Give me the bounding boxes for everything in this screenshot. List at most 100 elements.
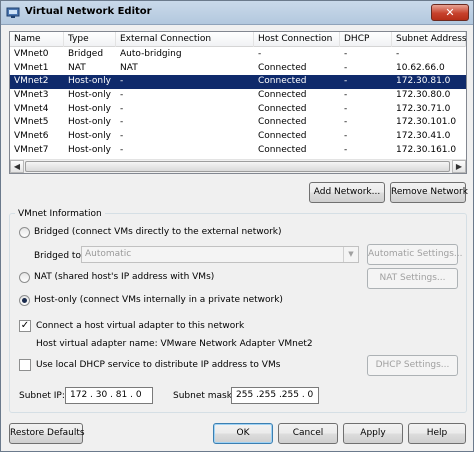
cell-dhcp: - xyxy=(344,131,348,142)
adapter-name-label: Host virtual adapter name: VMware Networ… xyxy=(36,339,313,349)
network-row-vmnet4[interactable]: VMnet4 Host-only - Connected -172.30.71.0 xyxy=(10,103,466,117)
cell-host-connection: Connected xyxy=(258,131,307,142)
subnet-ip-input[interactable]: 172 . 30 . 81 . 0 xyxy=(65,387,153,404)
subnet-mask-input[interactable]: 255 .255 .255 . 0 xyxy=(231,387,319,404)
network-row-vmnet2[interactable]: VMnet2 Host-only - Connected -172.30.81.0 xyxy=(10,75,466,90)
cell-dhcp: - xyxy=(344,76,348,87)
cell-type: Host-only xyxy=(68,103,111,114)
cell-external-connection: - xyxy=(120,131,124,142)
host-only-label[interactable]: Host-only (connect VMs internally in a p… xyxy=(34,294,283,306)
cell-type: Host-only xyxy=(68,117,111,128)
cancel-button[interactable]: Cancel xyxy=(278,423,338,444)
dhcp-label[interactable]: Use local DHCP service to distribute IP … xyxy=(36,359,280,371)
cell-dhcp: - xyxy=(344,144,348,155)
connect-adapter-label[interactable]: Connect a host virtual adapter to this n… xyxy=(36,320,244,332)
cell-host-connection: - xyxy=(258,49,262,59)
cell-dhcp: - xyxy=(344,62,348,73)
nat-settings-button: NAT Settings... xyxy=(367,268,458,289)
network-row-vmnet1[interactable]: VMnet1 NAT NAT Connected - 10.62.66.0 xyxy=(10,62,466,76)
cell-type: Bridged xyxy=(68,49,104,59)
cell-host-connection: Connected xyxy=(258,117,307,128)
cell-name: VMnet5 xyxy=(14,117,49,128)
connect-adapter-checkbox[interactable]: ✓ xyxy=(19,320,31,332)
cell-external-connection: NAT xyxy=(120,62,138,73)
list-header: Name Type External Connection Host Conne… xyxy=(10,32,466,47)
host-only-radio[interactable] xyxy=(19,295,30,306)
column-header-dhcp[interactable]: DHCP xyxy=(340,32,392,47)
apply-button[interactable]: Apply xyxy=(343,423,403,444)
network-row-vmnet0[interactable]: VMnet0 Bridged Auto-bridging - - - xyxy=(10,48,466,62)
cell-subnet-address: 172.30.101.0 xyxy=(396,117,457,128)
column-header-host-connection[interactable]: Host Connection xyxy=(254,32,340,47)
title-bar[interactable]: Virtual Network Editor ✕ xyxy=(1,1,473,25)
bridged-to-label: Bridged to: xyxy=(34,251,84,261)
list-rows: VMnet0 Bridged Auto-bridging - - - VMnet1 NAT NA… xyxy=(10,48,466,158)
network-row-vmnet6[interactable]: VMnet6 Host-only - Connected -172.30.41.0 xyxy=(10,130,466,144)
cell-type: Host-only xyxy=(68,76,111,87)
ok-button[interactable]: OK xyxy=(213,423,273,444)
cell-name: VMnet6 xyxy=(14,131,49,142)
cell-type: Host-only xyxy=(68,90,111,101)
scroll-left-arrow-icon[interactable]: ◀ xyxy=(10,160,24,173)
subnet-mask-label: Subnet mask: xyxy=(173,391,235,401)
cell-subnet-address: 172.30.161.0 xyxy=(396,144,457,155)
cell-subnet-address: 10.62.66.0 xyxy=(396,62,445,73)
network-row-vmnet3[interactable]: VMnet3 Host-only - Connected -172.30.80.0 xyxy=(10,89,466,103)
cell-external-connection: - xyxy=(120,103,124,114)
cell-name: VMnet2 xyxy=(14,76,49,87)
scrollbar-thumb[interactable] xyxy=(25,161,450,172)
scroll-right-arrow-icon[interactable]: ▶ xyxy=(452,160,466,173)
cell-external-connection: Auto-bridging xyxy=(120,49,182,59)
cell-subnet-address: 172.30.71.0 xyxy=(396,103,451,114)
cell-dhcp: - xyxy=(344,117,348,128)
cell-name: VMnet3 xyxy=(14,90,49,101)
vmnet-information-group xyxy=(9,213,467,413)
cell-type: NAT xyxy=(68,62,86,73)
nat-label[interactable]: NAT (shared host's IP address with VMs) xyxy=(34,271,214,283)
cell-subnet-address: 172.30.81.0 xyxy=(396,76,451,87)
remove-network-button[interactable]: Remove Network xyxy=(390,182,468,203)
column-header-subnet-address[interactable]: Subnet Address xyxy=(392,32,466,47)
network-app-icon xyxy=(6,7,20,18)
bridged-to-value: Automatic xyxy=(85,249,132,259)
subnet-ip-label: Subnet IP: xyxy=(19,391,65,401)
add-network-button[interactable]: Add Network... xyxy=(309,182,385,203)
cell-name: VMnet0 xyxy=(14,49,49,59)
network-list[interactable]: Name Type External Connection Host Conne… xyxy=(9,31,467,174)
cell-subnet-address: 172.30.80.0 xyxy=(396,90,451,101)
cell-external-connection: - xyxy=(120,117,124,128)
network-row-vmnet5[interactable]: VMnet5 Host-only - Connected -172.30.101.0 xyxy=(10,116,466,130)
automatic-settings-button: Automatic Settings... xyxy=(367,244,463,265)
cell-dhcp: - xyxy=(344,49,348,59)
cell-external-connection: - xyxy=(120,144,124,155)
cell-external-connection: - xyxy=(120,90,124,101)
horizontal-scrollbar[interactable]: ◀ ▶ xyxy=(10,159,466,173)
cell-type: Host-only xyxy=(68,131,111,142)
cell-subnet-address: - xyxy=(396,49,400,59)
column-header-type[interactable]: Type xyxy=(64,32,116,47)
cell-host-connection: Connected xyxy=(258,144,307,155)
cell-name: VMnet1 xyxy=(14,62,49,73)
cell-subnet-address: 172.30.41.0 xyxy=(396,131,451,142)
dhcp-settings-button: DHCP Settings... xyxy=(367,355,458,376)
help-button[interactable]: Help xyxy=(408,423,466,444)
bridged-label[interactable]: Bridged (connect VMs directly to the ext… xyxy=(34,226,282,238)
restore-defaults-button[interactable]: Restore Defaults xyxy=(9,423,85,444)
bridged-radio[interactable] xyxy=(19,227,30,238)
cell-name: VMnet4 xyxy=(14,103,49,114)
column-header-name[interactable]: Name xyxy=(10,32,64,47)
column-header-external-connection[interactable]: External Connection xyxy=(116,32,254,47)
cell-name: VMnet7 xyxy=(14,144,49,155)
cell-external-connection: - xyxy=(120,76,124,87)
virtual-network-editor-window: Virtual Network Editor ✕ Name Type Exter… xyxy=(0,0,474,452)
vmnet-information-label: VMnet Information xyxy=(15,208,105,220)
cell-host-connection: Connected xyxy=(258,62,307,73)
dhcp-checkbox[interactable] xyxy=(19,359,31,371)
bridged-to-select: Automatic ▼ xyxy=(81,246,359,263)
chevron-down-icon: ▼ xyxy=(343,247,358,262)
cell-type: Host-only xyxy=(68,144,111,155)
nat-radio[interactable] xyxy=(19,272,30,283)
cell-host-connection: Connected xyxy=(258,76,307,87)
close-button[interactable]: ✕ xyxy=(431,4,469,21)
network-row-vmnet7[interactable]: VMnet7 Host-only - Connected -172.30.161.0 xyxy=(10,144,466,158)
